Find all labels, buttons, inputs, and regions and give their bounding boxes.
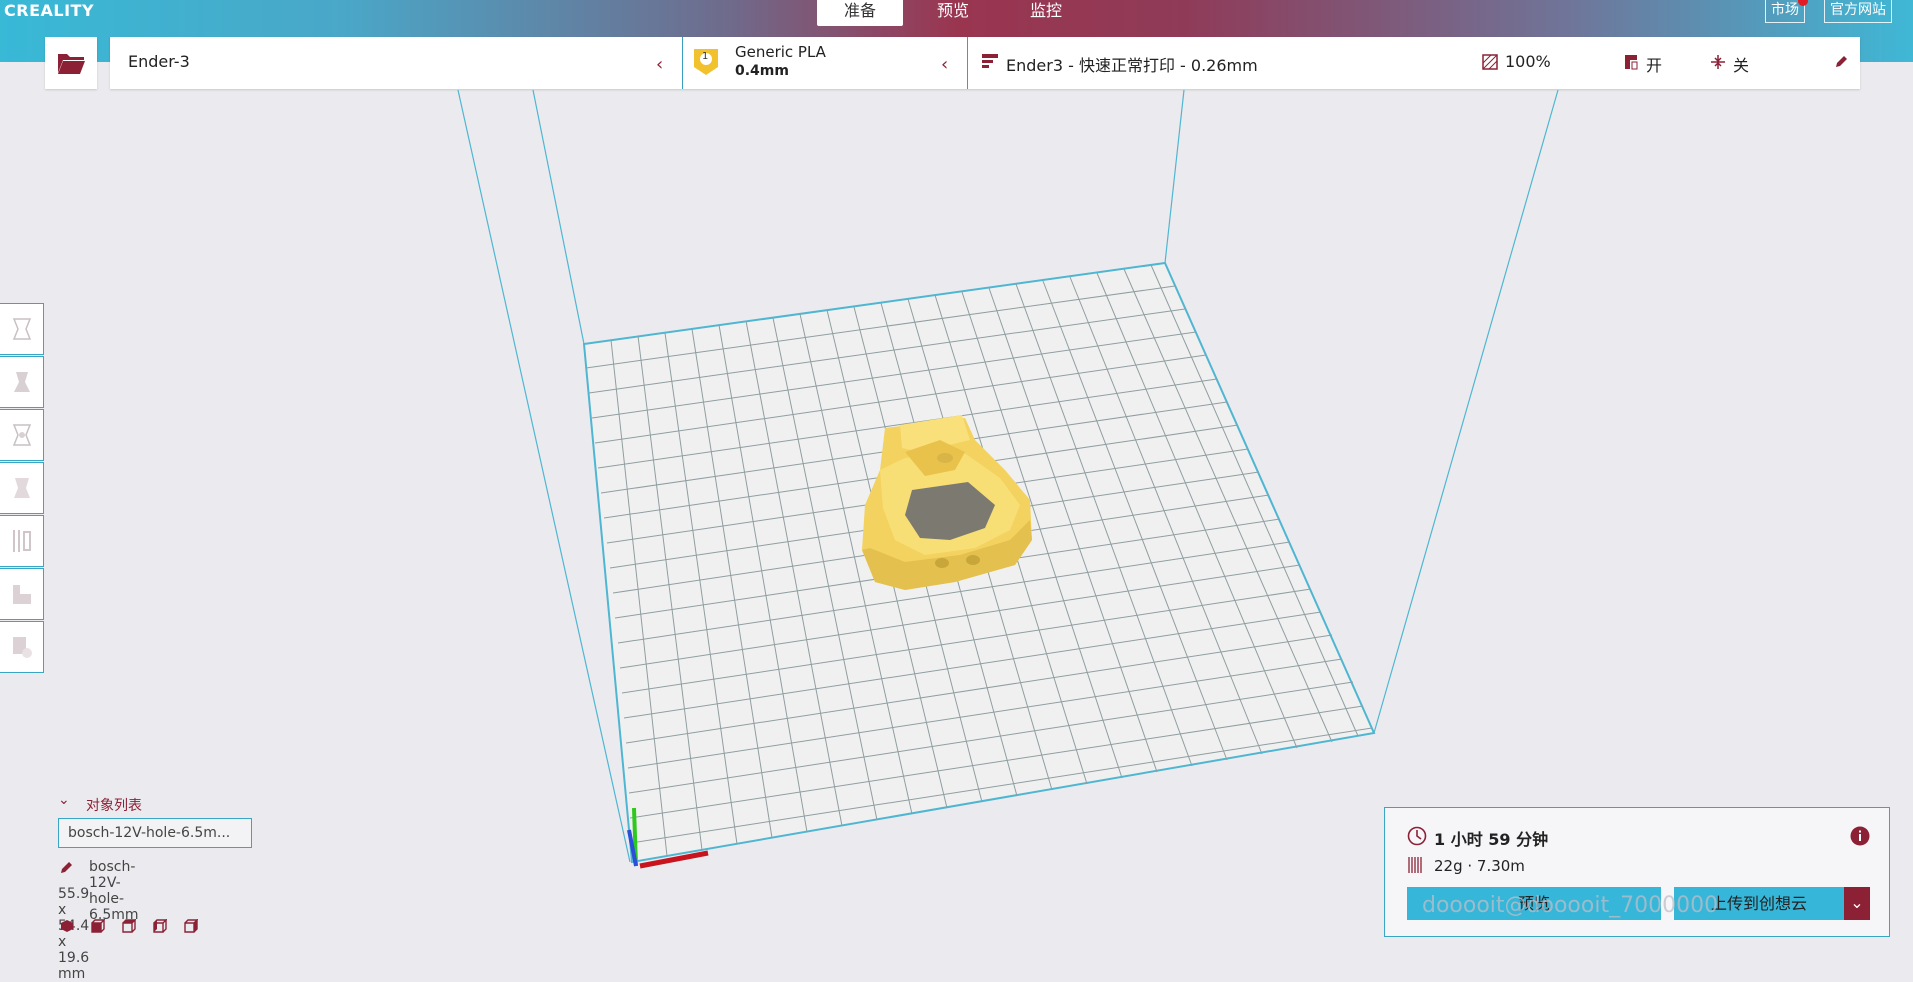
view-camera-buttons bbox=[60, 919, 198, 933]
mirror-icon bbox=[13, 478, 30, 498]
object-list-header[interactable]: ⌄ 对象列表 bbox=[58, 792, 258, 814]
rotate-icon bbox=[12, 424, 31, 446]
view-3d-icon[interactable] bbox=[60, 919, 74, 933]
tool-sidebar bbox=[0, 303, 45, 674]
support-tool-button[interactable] bbox=[0, 568, 44, 620]
scale-tool-button[interactable] bbox=[0, 356, 44, 408]
view-left-icon[interactable] bbox=[153, 919, 167, 933]
info-icon[interactable] bbox=[1850, 826, 1870, 846]
object-list-item-label: bosch-12V-hole-6.5m... bbox=[68, 825, 231, 841]
object-list-item[interactable]: bosch-12V-hole-6.5m... bbox=[58, 818, 252, 848]
cut-tool-button[interactable] bbox=[0, 515, 44, 567]
cut-icon bbox=[12, 530, 31, 552]
edit-pencil-icon[interactable] bbox=[59, 861, 73, 875]
upload-options-dropdown[interactable]: ⌄ bbox=[1844, 887, 1870, 920]
per-model-icon bbox=[12, 637, 32, 658]
selected-object-name: bosch-12V-hole-6.5mm bbox=[89, 859, 139, 923]
scale-icon bbox=[13, 372, 30, 392]
move-icon bbox=[12, 318, 31, 340]
chevron-down-icon: ⌄ bbox=[58, 792, 70, 808]
clock-icon bbox=[1407, 826, 1427, 846]
build-volume-viewport[interactable] bbox=[0, 0, 1913, 946]
view-top-icon[interactable] bbox=[122, 919, 136, 933]
object-list-title: 对象列表 bbox=[86, 798, 142, 814]
view-front-icon[interactable] bbox=[91, 919, 105, 933]
per-model-settings-button[interactable] bbox=[0, 621, 44, 673]
filament-icon bbox=[1408, 857, 1422, 873]
material-usage: 22g · 7.30m bbox=[1434, 857, 1525, 875]
support-blocker-icon bbox=[12, 585, 31, 604]
chevron-down-icon: ⌄ bbox=[1850, 893, 1864, 912]
view-right-icon[interactable] bbox=[184, 919, 198, 933]
object-dimensions: 55.9 x 54.4 x 19.6 mm bbox=[58, 886, 90, 982]
watermark-text: dooooit@dooooit_7000000 bbox=[1422, 893, 1719, 918]
move-tool-button[interactable] bbox=[0, 303, 44, 355]
mirror-tool-button[interactable] bbox=[0, 462, 44, 514]
rotate-tool-button[interactable] bbox=[0, 409, 44, 461]
print-time: 1 小时 59 分钟 bbox=[1434, 830, 1549, 849]
